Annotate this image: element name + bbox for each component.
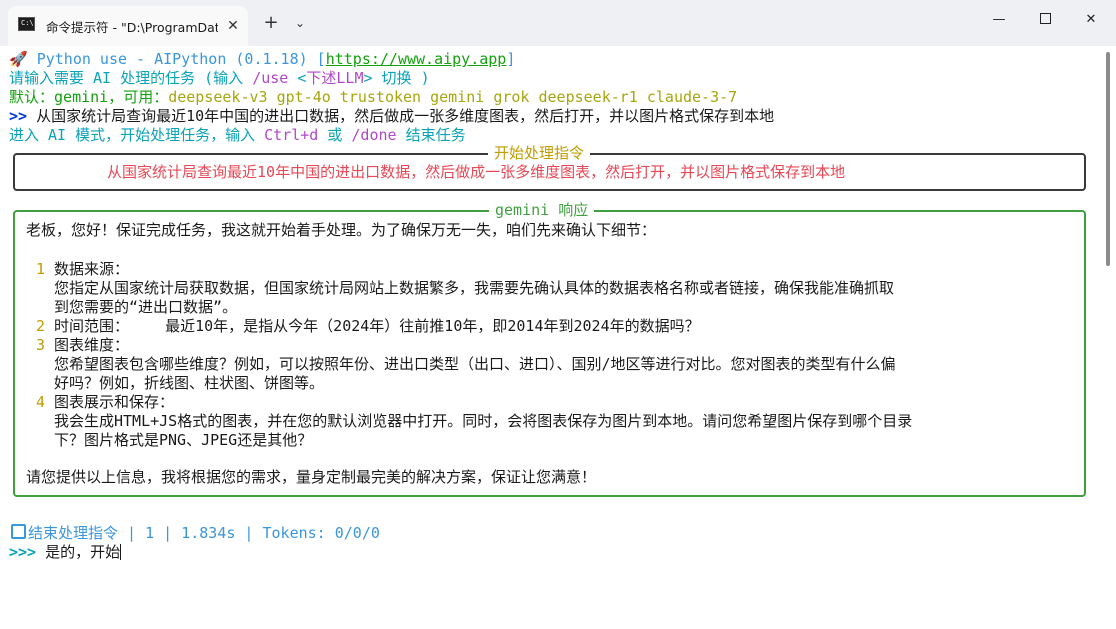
list-item-line: 您指定从国家统计局获取数据，但国家统计局网站上数据繁多，我需要先确认具体的数据表… [54,279,895,297]
tab-title: 命令提示符 - "D:\ProgramData [46,20,218,35]
ai-mode-or: 或 [318,126,352,144]
close-tab-icon[interactable]: ✕ [222,15,244,37]
list-item-title: 时间范围： 最近10年，是指从今年（2024年）往前推10年，即2014年到20… [54,317,700,335]
instruction-panel-title: 开始处理指令 [488,144,591,163]
list-item-line: 到您需要的“进出口数据”。 [54,298,238,316]
default-model: gemini [54,88,109,106]
use-command: /use [252,69,289,87]
input-prompt: >>> [9,543,37,561]
chevron-down-icon[interactable]: ⌄ [288,10,312,36]
terminal-output[interactable]: 🚀 Python use - AIPython (0.1.18) [https:… [0,46,1116,629]
list-item-line: 我会生成HTML+JS格式的图表，并在您的默认浏览器中打开。同时，会将图表保存为… [54,412,913,430]
list-number: 4 [36,393,46,411]
prompt-hint-switch: > 切换 ) [363,69,430,87]
input-line[interactable]: >>> 是的，开始 [9,543,122,562]
url-bracket: ] [506,50,516,68]
input-text[interactable]: 是的，开始 [36,543,120,561]
close-window-button[interactable]: ✕ [1068,0,1114,40]
instruction-text: 从国家统计局查询最近10年中国的进出口数据，然后做成一张多维度图表，然后打开，并… [107,163,846,181]
llm-placeholder: 下述LLM [306,69,364,87]
ai-mode-text: 进入 AI 模式，开始处理任务，输入 [9,126,265,144]
maximize-icon [1039,13,1051,24]
cmd-icon: C:\ [18,17,35,31]
stop-square-icon [11,524,26,539]
available-models: deepseek-v3 gpt-4o trustoken gemini grok… [168,88,738,106]
scrollbar[interactable] [1106,52,1110,266]
terminal-tab[interactable]: C:\ 命令提示符 - "D:\ProgramData ✕ [8,6,248,46]
app-header-line: 🚀 Python use - AIPython (0.1.18) [https:… [9,50,515,69]
done-command: /done [351,126,397,144]
minimize-button[interactable]: — [976,0,1022,40]
input-prompt: >> [9,107,28,125]
new-tab-button[interactable]: + [258,10,284,36]
instruction-panel: 开始处理指令 从国家统计局查询最近10年中国的进出口数据，然后做成一张多维度图表… [13,144,1086,191]
response-panel-title: gemini 响应 [489,201,595,220]
app-title: Python use - AIPython (0.1.18) [ [27,50,326,68]
models-line: 默认：gemini，可用：deepseek-v3 gpt-4o trustoke… [9,88,737,107]
prompt-hint-text: 请输入需要 AI 处理的任务 (输入 [9,69,253,87]
list-item-title: 数据来源： [54,260,130,278]
response-panel: gemini 响应 老板，您好！保证完成任务，我这就开始着手处理。为了确保万无一… [13,201,1086,497]
response-greeting: 老板，您好！保证完成任务，我这就开始着手处理。为了确保万无一失，咱们先来确认下细… [26,221,657,239]
list-item-line: 下？图片格式是PNG、JPEG还是其他？ [54,431,313,449]
rocket-icon: 🚀 [9,50,28,68]
status-line: 结束处理指令 | 1 | 1.834s | Tokens: 0/0/0 [11,524,380,543]
list-item-title: 图表维度： [54,336,130,354]
ai-mode-end: 结束任务 [396,126,466,144]
title-bar: C:\ 命令提示符 - "D:\ProgramData ✕ + ⌄ — ✕ [0,0,1116,46]
response-closing: 请您提供以上信息，我将根据您的需求，量身定制最完美的解决方案，保证让您满意！ [26,468,597,486]
list-item-line: 好吗？例如，折线图、柱状图、饼图等。 [54,374,325,392]
list-number: 3 [36,336,46,354]
prompt-hint-bracket: < [288,69,307,87]
maximize-button[interactable] [1022,0,1068,40]
user-task-line: >> 从国家统计局查询最近10年中国的进出口数据，然后做成一张多维度图表，然后打… [9,107,774,126]
prompt-hint-line: 请输入需要 AI 处理的任务 (输入 /use <下述LLM> 切换 ) [9,69,430,88]
list-item-line: 您希望图表包含哪些维度？例如，可以按照年份、进出口类型（出口、进口）、国别/地区… [54,355,896,373]
ai-mode-line: 进入 AI 模式，开始处理任务，输入 Ctrl+d 或 /done 结束任务 [9,126,466,145]
list-item-title: 图表展示和保存： [54,393,175,411]
default-label: 默认： [9,88,55,106]
text-cursor [120,544,122,560]
list-number: 1 [36,260,46,278]
app-url-link[interactable]: https://www.aipy.app [326,50,507,68]
available-label: ，可用： [108,88,169,106]
ctrl-d-key: Ctrl+d [264,126,319,144]
user-task-text: 从国家统计局查询最近10年中国的进出口数据，然后做成一张多维度图表，然后打开，并… [27,107,775,125]
status-text: 结束处理指令 | 1 | 1.834s | Tokens: 0/0/0 [28,524,380,542]
list-number: 2 [36,317,46,335]
